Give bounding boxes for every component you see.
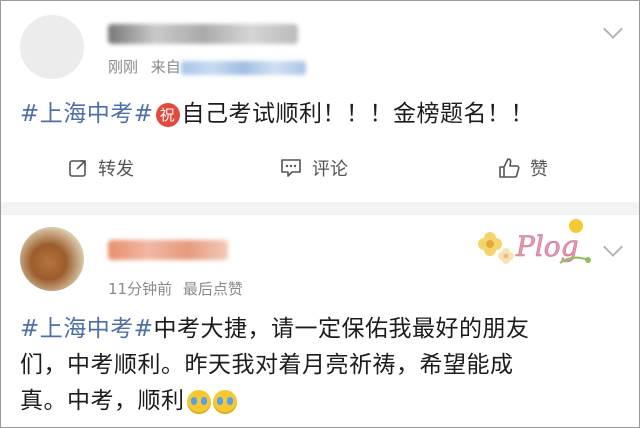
post-actions: 转发 评论 赞 [0,148,640,188]
flower-icon [478,232,502,256]
crying-emoji-icon [212,389,237,414]
post-meta: 刚刚 来自 [108,56,306,77]
post-text: #上海中考# 祝自己考试顺利！！！金榜题名！！ [20,96,534,132]
post-text: #上海中考#中考大捷，请一定保佑我最好的朋友 们，中考顺利。昨天我对着月亮祈祷，… [20,311,530,419]
avatar[interactable] [20,15,84,79]
username-blurred[interactable] [108,240,228,260]
like-icon [499,158,520,178]
repost-label: 转发 [98,159,134,180]
repost-icon [69,160,86,177]
post-line: #上海中考#中考大捷，请一定保佑我最好的朋友 [20,311,530,347]
crying-emoji-icon [186,389,211,414]
post-body-line3: 真。中考，顺利 [20,388,185,414]
source-prefix: 来自 [150,58,181,76]
post-extra: 最后点赞 [182,280,243,298]
hashtag-link[interactable]: #上海中考# [20,316,154,342]
comment-icon [281,159,301,177]
post-time: 11分钟前 [108,280,173,298]
post-line: 们，中考顺利。昨天我对着月亮祈祷，希望能成 [20,352,514,378]
post-separator [1,202,639,215]
flower-icon [498,248,514,264]
blessing-icon: 祝 [155,102,180,127]
smiley-icon [569,219,583,233]
post-body-line1: 中考大捷，请一定保佑我最好的朋友 [153,316,530,342]
avatar[interactable] [20,227,84,291]
plog-sticker: Plog [478,219,591,264]
hashtag-link[interactable]: #上海中考# [20,101,154,127]
like-label: 赞 [530,159,548,180]
repost-button[interactable]: 转发 [68,148,134,188]
post-line: 真。中考，顺利 [20,383,530,419]
post-meta: 11分钟前 最后点赞 [108,278,243,299]
post-body: 自己考试顺利！！！金榜题名！！ [181,101,535,127]
username-blurred[interactable] [108,24,298,44]
like-button[interactable]: 赞 [498,148,548,188]
comment-button[interactable]: 评论 [280,148,348,188]
post-time: 刚刚 [108,58,139,76]
comment-label: 评论 [312,159,348,180]
source-blurred[interactable] [180,60,306,75]
